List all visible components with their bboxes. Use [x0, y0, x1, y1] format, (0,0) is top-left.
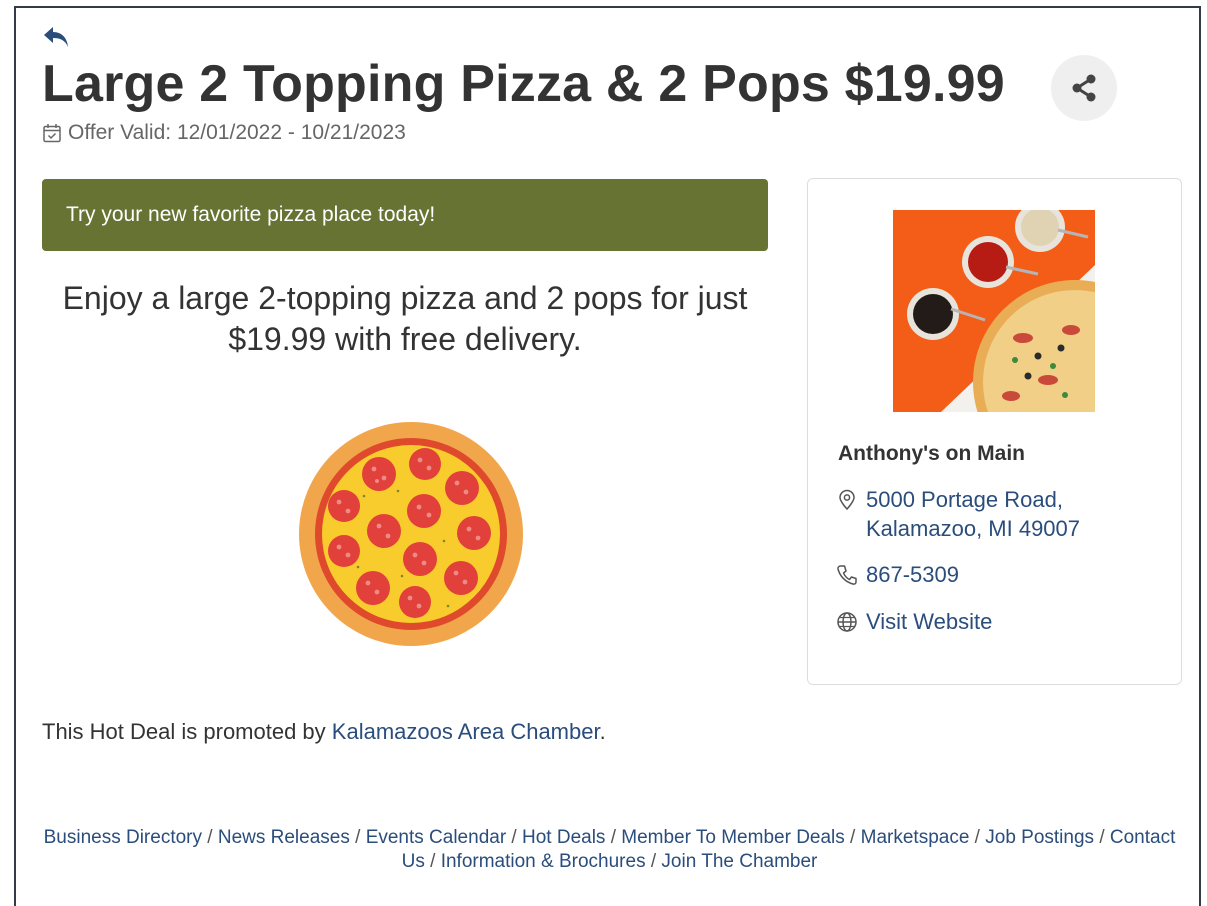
address-row[interactable]: 5000 Portage Road, Kalamazoo, MI 49007 [836, 485, 1080, 543]
page-title: Large 2 Topping Pizza & 2 Pops $19.99 [42, 55, 1005, 113]
chamber-link[interactable]: Kalamazoos Area Chamber [332, 719, 600, 744]
calendar-check-icon [43, 124, 61, 143]
address-text: 5000 Portage Road, Kalamazoo, MI 49007 [866, 485, 1080, 543]
pizza-illustration [299, 422, 523, 646]
page-frame: Large 2 Topping Pizza & 2 Pops $19.99 Of… [14, 6, 1201, 906]
deal-description: Enjoy a large 2-topping pizza and 2 pops… [62, 280, 748, 357]
footer-link-business-directory[interactable]: Business Directory [44, 827, 202, 848]
share-icon [1072, 74, 1096, 102]
back-button[interactable] [42, 24, 72, 52]
back-arrow-icon [44, 27, 68, 47]
footer-sep: / [202, 827, 218, 848]
footer-link-member-deals[interactable]: Member To Member Deals [621, 827, 845, 848]
offer-valid-text: Offer Valid: 12/01/2022 - 10/21/2023 [68, 121, 406, 144]
address-line-1: 5000 Portage Road, [866, 487, 1063, 512]
footer-link-job-postings[interactable]: Job Postings [985, 827, 1094, 848]
footer-link-join-chamber[interactable]: Join The Chamber [661, 851, 817, 872]
business-photo [893, 210, 1095, 412]
phone-number: 867-5309 [866, 562, 959, 587]
footer-link-marketspace[interactable]: Marketspace [861, 827, 970, 848]
footer-sep: / [605, 827, 622, 848]
globe-icon [837, 612, 857, 632]
footer-sep: / [349, 827, 366, 848]
offer-valid: Offer Valid: 12/01/2022 - 10/21/2023 [42, 121, 406, 145]
phone-row[interactable]: 867-5309 [836, 560, 959, 589]
footer-sep: / [1094, 827, 1110, 848]
footer-links: Business Directory / News Releases / Eve… [42, 826, 1177, 874]
promoted-by: This Hot Deal is promoted by Kalamazoos … [42, 719, 606, 745]
footer-link-news-releases[interactable]: News Releases [218, 827, 350, 848]
promoted-suffix: . [599, 719, 606, 744]
share-button[interactable] [1051, 55, 1117, 121]
footer-link-information-brochures[interactable]: Information & Brochures [441, 851, 646, 872]
footer-link-hot-deals[interactable]: Hot Deals [522, 827, 605, 848]
phone-icon [837, 565, 857, 585]
footer-sep: / [424, 851, 441, 872]
business-card: Anthony's on Main 5000 Portage Road, Kal… [807, 178, 1182, 685]
visit-website-link[interactable]: Visit Website [866, 607, 992, 636]
footer-sep: / [645, 851, 662, 872]
deal-banner: Try your new favorite pizza place today! [42, 179, 768, 251]
address-line-2: Kalamazoo, MI 49007 [866, 516, 1081, 541]
business-name: Anthony's on Main [838, 442, 1025, 465]
website-row[interactable]: Visit Website [836, 607, 992, 636]
footer-sep: / [969, 827, 986, 848]
footer-link-events-calendar[interactable]: Events Calendar [366, 827, 506, 848]
map-pin-icon [839, 489, 855, 511]
footer-sep: / [506, 827, 522, 848]
footer-sep: / [844, 827, 861, 848]
promoted-prefix: This Hot Deal is promoted by [42, 719, 332, 744]
